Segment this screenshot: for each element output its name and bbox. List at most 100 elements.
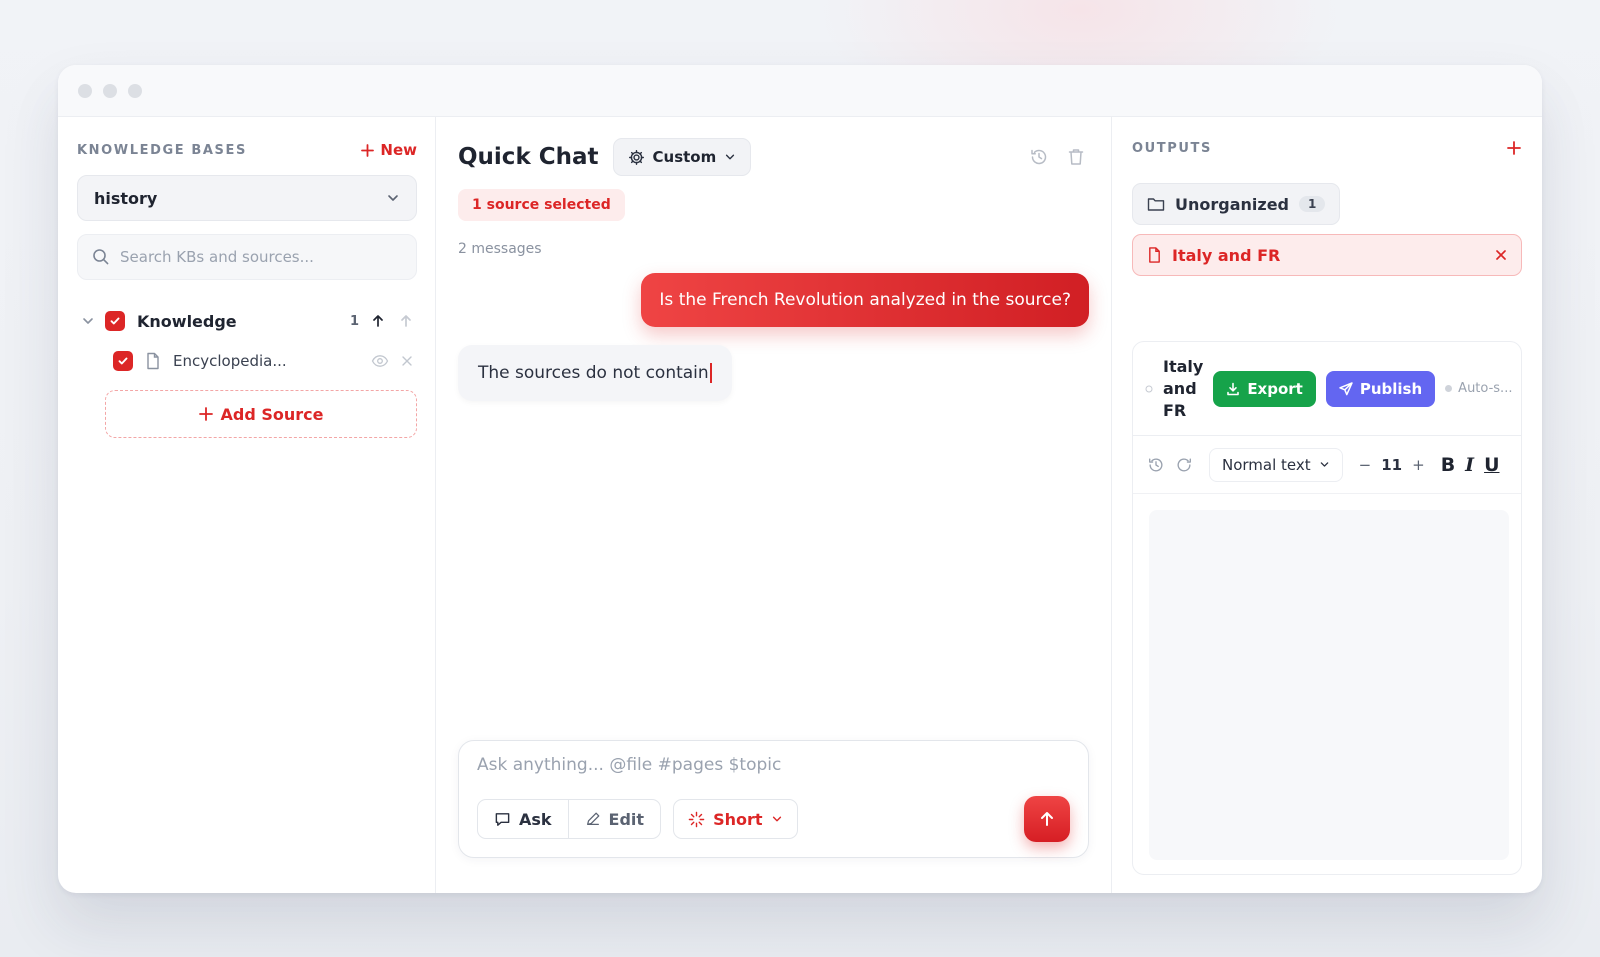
editor-header: Italy and FR Export Publish Auto-s... — [1133, 342, 1521, 436]
search-icon — [92, 248, 110, 266]
ask-edit-toggle: Ask Edit — [477, 799, 662, 839]
text-style-value: Normal text — [1222, 455, 1311, 474]
window-close-dot[interactable] — [78, 83, 92, 98]
document-title[interactable]: Italy and FR — [1163, 356, 1203, 422]
kb-search-input[interactable]: Search KBs and sources... — [77, 234, 417, 280]
chat-mode-dropdown[interactable]: Custom — [612, 138, 752, 176]
document-tab[interactable]: Italy and FR — [1132, 234, 1522, 276]
user-message-text: Is the French Revolution analyzed in the… — [659, 290, 1071, 310]
folder-unorganized[interactable]: Unorganized 1 — [1132, 183, 1341, 225]
edit-label: Edit — [608, 809, 645, 829]
plus-icon — [198, 407, 213, 421]
length-dropdown[interactable]: Short — [673, 799, 798, 839]
status-dot — [1445, 385, 1453, 392]
eye-icon[interactable] — [371, 354, 389, 368]
download-icon — [1226, 382, 1240, 396]
trash-icon[interactable] — [1067, 147, 1085, 167]
typing-caret — [709, 363, 712, 383]
chevron-down-icon — [771, 813, 783, 825]
ask-button[interactable]: Ask — [478, 800, 568, 838]
new-kb-button[interactable]: New — [361, 141, 417, 159]
source-item[interactable]: Encyclopedia... — [77, 346, 417, 376]
chevron-down-icon — [724, 151, 736, 163]
italic-button[interactable]: I — [1465, 454, 1474, 476]
chevron-down-icon — [386, 191, 400, 205]
redo-icon[interactable] — [1175, 456, 1193, 474]
folder-count-badge: 1 — [1299, 196, 1326, 212]
outputs-panel: OUTPUTS Unorganized 1 Italy and FR Italy… — [1112, 117, 1542, 893]
font-size-stepper: − 11 + — [1359, 456, 1425, 474]
underline-button[interactable]: U — [1484, 454, 1499, 476]
arrow-up-faded-icon[interactable] — [399, 314, 413, 328]
edit-button[interactable]: Edit — [567, 800, 661, 838]
kb-select[interactable]: history — [77, 175, 417, 221]
chat-panel: Quick Chat Custom 1 source selected 2 me… — [436, 117, 1112, 893]
saved-indicator-icon — [1145, 385, 1153, 393]
history-icon[interactable] — [1029, 147, 1049, 167]
chat-composer[interactable]: Ask anything... @file #pages $topic Ask — [458, 740, 1089, 858]
document-tab-name: Italy and FR — [1172, 245, 1281, 265]
user-message: Is the French Revolution analyzed in the… — [641, 273, 1089, 327]
plus-icon — [361, 143, 375, 157]
publish-label: Publish — [1359, 379, 1423, 398]
kb-checkbox[interactable] — [105, 311, 125, 331]
send-button[interactable] — [1024, 796, 1070, 842]
close-icon[interactable] — [1495, 249, 1507, 261]
title-bar — [58, 65, 1542, 117]
ask-label: Ask — [519, 809, 552, 829]
add-source-label: Add Source — [220, 404, 324, 424]
arrow-up-icon[interactable] — [371, 314, 385, 328]
kb-name: Knowledge — [137, 311, 237, 331]
publish-button[interactable]: Publish — [1325, 370, 1436, 407]
sparkle-icon — [688, 811, 705, 828]
close-icon[interactable] — [401, 355, 413, 367]
assistant-message-text: The sources do not contain — [478, 363, 709, 383]
outputs-heading: OUTPUTS — [1132, 140, 1212, 156]
message-icon — [494, 811, 511, 828]
pencil-icon — [585, 811, 601, 827]
chat-title: Quick Chat — [458, 144, 599, 170]
kb-tree-item[interactable]: Knowledge 1 — [77, 306, 417, 336]
kb-source-count: 1 — [349, 313, 359, 329]
chevron-down-icon — [1319, 459, 1330, 470]
chat-mode-label: Custom — [652, 148, 717, 166]
new-kb-label: New — [380, 141, 417, 159]
chevron-down-icon[interactable] — [77, 314, 99, 328]
app-window: KNOWLEDGE BASES New history Search KBs a… — [58, 65, 1542, 893]
editor-content-area[interactable] — [1149, 510, 1509, 860]
kb-select-value: history — [94, 188, 158, 208]
bold-button[interactable]: B — [1441, 454, 1455, 476]
document-editor: Italy and FR Export Publish Auto-s... No… — [1132, 341, 1522, 875]
knowledge-bases-heading: KNOWLEDGE BASES — [77, 142, 247, 158]
search-placeholder: Search KBs and sources... — [120, 248, 314, 266]
folder-icon — [1147, 196, 1165, 212]
editor-toolbar: Normal text − 11 + B I U — [1133, 436, 1521, 494]
assistant-message: The sources do not contain — [458, 345, 732, 401]
export-button[interactable]: Export — [1213, 370, 1316, 407]
window-minimize-dot[interactable] — [103, 83, 117, 98]
file-icon — [1147, 246, 1162, 264]
autosave-status: Auto-s... — [1445, 381, 1512, 396]
undo-icon[interactable] — [1147, 456, 1165, 474]
send-icon — [1339, 381, 1353, 396]
arrow-up-icon — [1038, 810, 1056, 828]
file-icon — [145, 352, 161, 370]
gear-icon — [628, 149, 645, 166]
add-source-button[interactable]: Add Source — [105, 390, 417, 438]
composer-input[interactable]: Ask anything... @file #pages $topic — [477, 755, 1070, 775]
knowledge-panel: KNOWLEDGE BASES New history Search KBs a… — [58, 117, 436, 893]
decrease-font-size-button[interactable]: − — [1359, 456, 1372, 474]
add-output-plus-icon[interactable] — [1506, 140, 1522, 156]
text-style-dropdown[interactable]: Normal text — [1209, 447, 1343, 482]
font-size-value: 11 — [1381, 455, 1403, 474]
folder-name: Unorganized — [1175, 194, 1290, 214]
source-selected-badge[interactable]: 1 source selected — [458, 189, 625, 221]
source-checkbox[interactable] — [113, 351, 133, 371]
source-name: Encyclopedia... — [173, 352, 287, 370]
message-count: 2 messages — [458, 241, 542, 257]
export-label: Export — [1247, 379, 1303, 398]
window-maximize-dot[interactable] — [128, 83, 142, 98]
autosave-label: Auto-s... — [1458, 381, 1513, 396]
length-label: Short — [713, 809, 763, 829]
increase-font-size-button[interactable]: + — [1412, 456, 1425, 474]
